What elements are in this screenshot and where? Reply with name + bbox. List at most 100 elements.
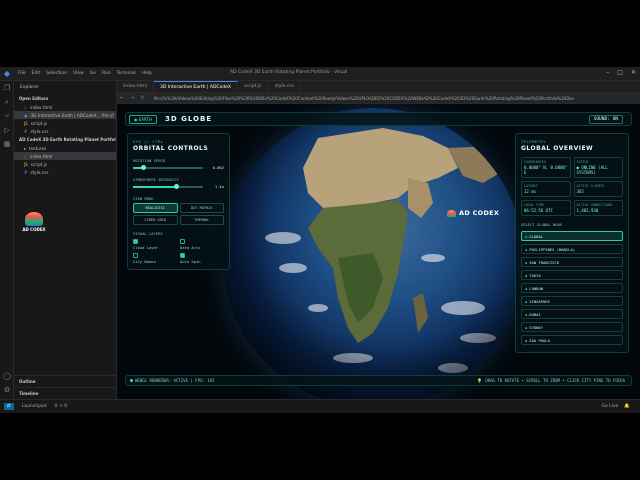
telemetry-cell: ACTIVE CONNECTIONS 1,482,930: [573, 200, 623, 216]
checkbox[interactable]: ✓: [180, 253, 185, 258]
pin-icon: ▪: [525, 311, 528, 317]
sound-toggle-button[interactable]: SOUND: ON: [588, 115, 623, 124]
file-item[interactable]: ◇ index.html: [14, 103, 116, 111]
preview-pane: AD CODEX ◉ EARTH 3D GLOBE SOUND: ON SYS …: [117, 104, 640, 399]
extensions-icon[interactable]: ▦: [0, 137, 14, 151]
node-item[interactable]: ▪ DUBAI: [521, 309, 623, 319]
file-item[interactable]: # style.css: [14, 168, 116, 176]
lightbulb-icon: 💡: [477, 378, 483, 383]
minimize-icon[interactable]: –: [606, 69, 609, 76]
menu-item-terminal[interactable]: Terminal: [117, 71, 136, 76]
problems-status[interactable]: 0 ⚠ 0: [55, 404, 68, 409]
pin-icon: ▪: [525, 246, 528, 252]
pin-icon: ▪: [525, 259, 528, 265]
brand-text: AD CODEX: [22, 227, 46, 232]
atmosphere-intensity-value: 1.4x: [214, 184, 224, 189]
files-icon[interactable]: ❐: [0, 81, 14, 95]
menu-item-view[interactable]: View: [73, 71, 84, 76]
app-header: ◉ EARTH 3D GLOBE SOUND: ON: [125, 112, 632, 126]
run-debug-icon[interactable]: ▷: [0, 123, 14, 137]
url-input[interactable]: file:///c%3A/Videos%20Editing%20Files%20…: [154, 96, 574, 101]
editor-tab[interactable]: 3D Interactive Earth | ADCodeX: [154, 81, 239, 92]
account-icon[interactable]: ◯: [0, 369, 14, 383]
telemetry-key: ACTIVE CONNECTIONS: [576, 203, 613, 207]
open-editors-section[interactable]: Open Editors: [14, 94, 116, 103]
menu-item-run[interactable]: Run: [102, 71, 111, 76]
file-item[interactable]: JS script.js: [14, 119, 116, 127]
remote-indicator-icon[interactable]: ⇄: [4, 403, 14, 410]
editor-tab-bar: index.html 3D Interactive Earth | ADCodeX…: [117, 81, 640, 93]
checkbox[interactable]: [133, 253, 138, 258]
node-item[interactable]: ▪ PHILIPPINES (MANILA): [521, 244, 623, 254]
node-item[interactable]: ▪ LONDON: [521, 283, 623, 293]
rotation-speed-slider[interactable]: 0.002: [133, 165, 224, 171]
file-item[interactable]: ◉ 3D Interactive Earth | ADCodeX... file:…: [14, 111, 116, 119]
reload-icon[interactable]: ↻: [140, 95, 144, 101]
outline-section[interactable]: Outline: [14, 375, 117, 387]
slider-handle[interactable]: [141, 165, 146, 170]
panel-title: ORBITAL CONTROLS: [133, 145, 209, 152]
node-item[interactable]: ▪ SÃO PAULO: [521, 335, 623, 345]
node-item[interactable]: ▪ SAN FRANCISCO: [521, 257, 623, 267]
timeline-section[interactable]: Timeline: [14, 387, 117, 399]
view-mode-button[interactable]: REALISTIC: [133, 203, 178, 213]
telemetry-grid: COORDINATES 0.0000° N, 0.0000° E STATUS ● O…: [521, 157, 623, 216]
forward-icon[interactable]: →: [130, 95, 134, 101]
telemetry-value: 1,482,930: [576, 208, 599, 213]
menu-item-help[interactable]: Help: [142, 71, 152, 76]
letterbox-top: [0, 0, 640, 67]
close-icon[interactable]: ✕: [631, 69, 636, 76]
node-label: SAN FRANCISCO: [529, 259, 560, 265]
menu-item-edit[interactable]: Edit: [32, 71, 41, 76]
editor-tab[interactable]: script.js: [238, 81, 269, 92]
telemetry-key: STATUS: [576, 160, 589, 164]
menu-item-selection[interactable]: Selection: [46, 71, 67, 76]
telemetry-cell: LATENCY 12 ms: [521, 181, 571, 197]
menu-item-go[interactable]: Go: [90, 71, 96, 76]
earth-surface: [223, 108, 523, 399]
file-item[interactable]: # style.css: [14, 127, 116, 135]
node-label: GLOBAL: [529, 233, 544, 239]
maximize-icon[interactable]: □: [617, 69, 623, 76]
source-control-icon[interactable]: ⑂: [0, 109, 14, 123]
notifications-bell-icon[interactable]: 🔔: [624, 404, 630, 409]
layer-toggle[interactable]: Data Arcs: [180, 239, 224, 250]
node-item[interactable]: ▪ TOKYO: [521, 270, 623, 280]
layer-toggle[interactable]: ✓ Auto Spin: [180, 253, 224, 264]
layer-toggle[interactable]: ✓ Cloud Layer: [133, 239, 177, 250]
overlay-brand-text: AD CODEX: [459, 209, 500, 217]
editor-tab[interactable]: style.css: [269, 81, 301, 92]
back-icon[interactable]: ←: [120, 95, 124, 101]
view-mode-button[interactable]: DOT MATRIX: [179, 203, 224, 213]
file-item[interactable]: ◇ index.html: [14, 152, 116, 160]
layer-label: Cloud Layer: [133, 245, 159, 250]
file-item[interactable]: JS script.js: [14, 160, 116, 168]
launchpad-status[interactable]: Launchpad: [22, 404, 47, 409]
search-icon[interactable]: ⌕: [0, 95, 14, 109]
folder-icon: ▸: [24, 145, 27, 151]
globe-canvas[interactable]: [217, 108, 527, 399]
node-item[interactable]: ▪ SYDNEY: [521, 322, 623, 332]
explorer-sidebar: Explorer Open Editors ◇ index.html ◉ 3D Int…: [14, 81, 117, 399]
view-mode-button[interactable]: THERMAL: [179, 215, 224, 225]
earth-globe[interactable]: [223, 108, 523, 399]
checkbox[interactable]: [180, 239, 185, 244]
rotation-speed-label: ROTATION SPEED: [133, 158, 166, 163]
project-folder[interactable]: AD CodeX 3D Earth Rotating Planet Portfo…: [14, 135, 116, 144]
node-item[interactable]: ◎ GLOBAL: [521, 231, 623, 241]
slider-handle[interactable]: [173, 184, 179, 189]
checkbox[interactable]: ✓: [133, 239, 138, 244]
html-file-icon: ◇: [24, 104, 28, 110]
settings-gear-icon[interactable]: ⚙: [0, 383, 14, 397]
atmosphere-intensity-slider[interactable]: 1.4x: [133, 184, 224, 190]
view-mode-button[interactable]: CYBER GRID: [133, 215, 178, 225]
editor-tab[interactable]: index.html: [117, 81, 154, 92]
file-name: script.js: [30, 161, 48, 167]
golive-button[interactable]: Go Live: [602, 404, 619, 409]
status-bar: ⇄ Launchpad 0 ⚠ 0 Go Live 🔔: [0, 399, 640, 413]
layer-toggle[interactable]: City Nodes: [133, 253, 177, 264]
css-file-icon: #: [24, 128, 28, 134]
node-item[interactable]: ▪ SINGAPORE: [521, 296, 623, 306]
menu-item-file[interactable]: File: [18, 71, 26, 76]
file-item[interactable]: ▸ textures: [14, 144, 116, 152]
